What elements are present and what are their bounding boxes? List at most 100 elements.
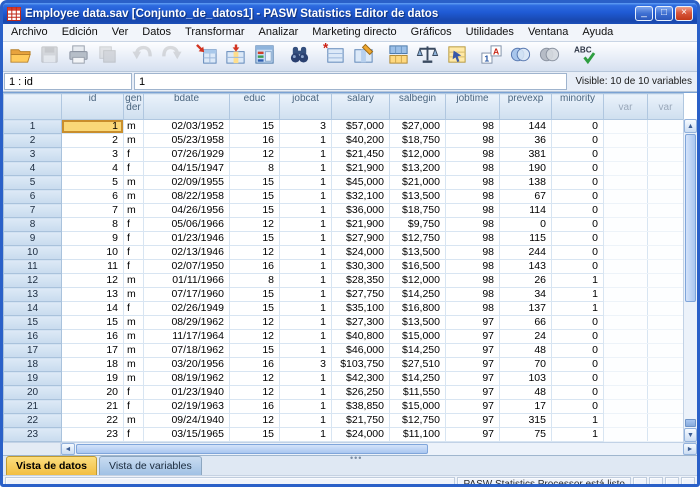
cell[interactable]: $11,100: [390, 428, 446, 442]
column-header-salary[interactable]: salary: [332, 94, 390, 120]
column-header-jobcat[interactable]: jobcat: [280, 94, 332, 120]
cell[interactable]: 36: [500, 134, 552, 148]
cell[interactable]: 137: [500, 302, 552, 316]
cell[interactable]: 67: [500, 190, 552, 204]
menu-item-archivo[interactable]: Archivo: [4, 24, 55, 41]
cell[interactable]: $42,300: [332, 372, 390, 386]
cell[interactable]: 6: [62, 190, 124, 204]
row-header-18[interactable]: 18: [4, 358, 62, 372]
cell[interactable]: 0: [552, 218, 604, 232]
column-header-var[interactable]: var: [648, 94, 684, 120]
cell[interactable]: $13,200: [390, 162, 446, 176]
cell[interactable]: 98: [446, 162, 500, 176]
cell[interactable]: 02/09/1955: [144, 176, 230, 190]
cell[interactable]: 08/29/1962: [144, 316, 230, 330]
cell[interactable]: 07/26/1929: [144, 148, 230, 162]
cell[interactable]: 8: [230, 274, 280, 288]
cell[interactable]: 12: [230, 148, 280, 162]
cell[interactable]: 97: [446, 316, 500, 330]
cell[interactable]: 20: [62, 386, 124, 400]
cell[interactable]: 12: [230, 414, 280, 428]
cell[interactable]: $21,000: [390, 176, 446, 190]
cell[interactable]: $45,000: [332, 176, 390, 190]
cell[interactable]: 4: [62, 162, 124, 176]
cell[interactable]: $24,000: [332, 428, 390, 442]
show-all-variables-button[interactable]: [535, 43, 564, 70]
cell[interactable]: 10: [62, 246, 124, 260]
cell[interactable]: m: [124, 134, 144, 148]
cell[interactable]: 15: [230, 190, 280, 204]
row-header-19[interactable]: 19: [4, 372, 62, 386]
cell[interactable]: 23: [62, 428, 124, 442]
cell[interactable]: 98: [446, 218, 500, 232]
row-header-15[interactable]: 15: [4, 316, 62, 330]
cell[interactable]: 04/15/1947: [144, 162, 230, 176]
cell[interactable]: 98: [446, 274, 500, 288]
row-header-23[interactable]: 23: [4, 428, 62, 442]
menu-item-ventana[interactable]: Ventana: [521, 24, 575, 41]
minimize-button[interactable]: _: [635, 6, 653, 21]
cell[interactable]: 1: [280, 260, 332, 274]
cell[interactable]: 15: [62, 316, 124, 330]
cell[interactable]: 48: [500, 386, 552, 400]
empty-var-cell[interactable]: [604, 428, 648, 442]
row-header-13[interactable]: 13: [4, 288, 62, 302]
cell[interactable]: 70: [500, 358, 552, 372]
cell[interactable]: 315: [500, 414, 552, 428]
maximize-button[interactable]: □: [655, 6, 673, 21]
cell[interactable]: 09/24/1940: [144, 414, 230, 428]
cell[interactable]: 0: [552, 400, 604, 414]
cell[interactable]: $15,000: [390, 400, 446, 414]
cell[interactable]: m: [124, 120, 144, 134]
cell[interactable]: 0: [552, 246, 604, 260]
cell[interactable]: $28,350: [332, 274, 390, 288]
cell[interactable]: 0: [552, 148, 604, 162]
cell[interactable]: 1: [280, 148, 332, 162]
cell[interactable]: 07/17/1960: [144, 288, 230, 302]
cell[interactable]: $14,250: [390, 344, 446, 358]
empty-var-cell[interactable]: [604, 288, 648, 302]
cell[interactable]: 0: [552, 330, 604, 344]
select-all-corner[interactable]: [4, 94, 62, 120]
cell[interactable]: 75: [500, 428, 552, 442]
cell[interactable]: 3: [280, 358, 332, 372]
empty-var-cell[interactable]: [604, 260, 648, 274]
print-button[interactable]: [64, 43, 93, 70]
cell[interactable]: f: [124, 400, 144, 414]
cell[interactable]: $11,550: [390, 386, 446, 400]
cell[interactable]: 1: [280, 414, 332, 428]
cell[interactable]: 05/06/1966: [144, 218, 230, 232]
row-header-2[interactable]: 2: [4, 134, 62, 148]
menu-item-ver[interactable]: Ver: [105, 24, 136, 41]
cell[interactable]: 97: [446, 358, 500, 372]
cell[interactable]: f: [124, 428, 144, 442]
cell[interactable]: 02/19/1963: [144, 400, 230, 414]
cell[interactable]: 3: [280, 120, 332, 134]
row-header-11[interactable]: 11: [4, 260, 62, 274]
cell[interactable]: $21,450: [332, 148, 390, 162]
cell[interactable]: 0: [552, 176, 604, 190]
menu-item-marketing-directo[interactable]: Marketing directo: [305, 24, 403, 41]
cell[interactable]: 0: [552, 316, 604, 330]
cell[interactable]: $16,500: [390, 260, 446, 274]
cell[interactable]: 05/23/1958: [144, 134, 230, 148]
cell[interactable]: m: [124, 316, 144, 330]
cell[interactable]: 14: [62, 302, 124, 316]
row-header-9[interactable]: 9: [4, 232, 62, 246]
spell-check-button[interactable]: ABC: [570, 43, 599, 70]
cell[interactable]: $13,500: [390, 246, 446, 260]
cell[interactable]: 15: [230, 344, 280, 358]
cell[interactable]: 381: [500, 148, 552, 162]
row-header-16[interactable]: 16: [4, 330, 62, 344]
menu-item-ayuda[interactable]: Ayuda: [575, 24, 620, 41]
cell[interactable]: 1: [280, 344, 332, 358]
empty-var-cell[interactable]: [648, 400, 684, 414]
column-header-var[interactable]: var: [604, 94, 648, 120]
cell[interactable]: 01/23/1946: [144, 232, 230, 246]
empty-var-cell[interactable]: [648, 386, 684, 400]
cell[interactable]: 8: [230, 162, 280, 176]
menu-item-datos[interactable]: Datos: [135, 24, 178, 41]
cell[interactable]: 16: [230, 400, 280, 414]
cell[interactable]: $15,000: [390, 330, 446, 344]
empty-var-cell[interactable]: [648, 330, 684, 344]
